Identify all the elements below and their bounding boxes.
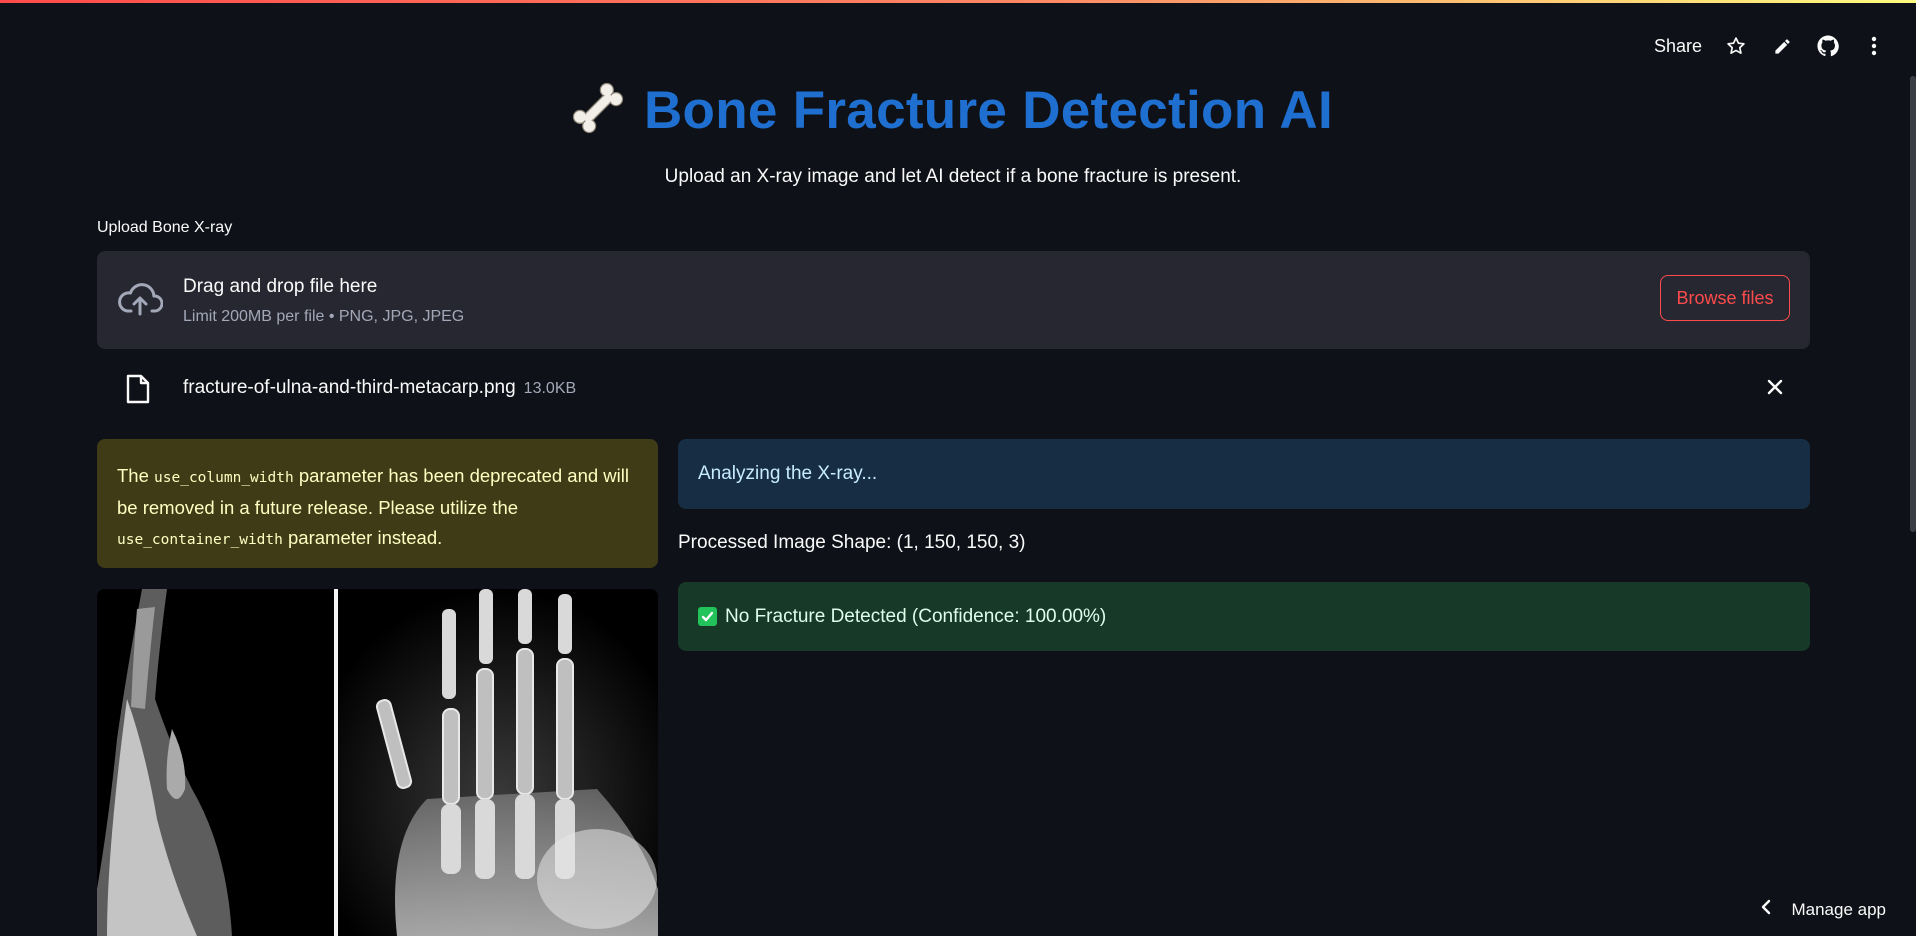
dropzone-limit: Limit 200MB per file • PNG, JPG, JPEG <box>183 308 465 325</box>
xray-image <box>97 589 658 936</box>
manage-app-button[interactable]: Manage app <box>1761 899 1886 920</box>
dropzone-instructions: Drag and drop file here <box>183 276 378 297</box>
pencil-icon[interactable] <box>1770 34 1794 58</box>
cloud-upload-icon <box>117 281 164 322</box>
file-name: fracture-of-ulna-and-third-metacarp.png <box>183 377 516 398</box>
info-text: Analyzing the X-ray... <box>698 463 878 484</box>
file-icon <box>125 374 151 409</box>
remove-file-icon[interactable] <box>1766 378 1784 401</box>
app-toolbar: Share <box>1654 28 1886 64</box>
chevron-left-icon <box>1761 899 1771 920</box>
share-button[interactable]: Share <box>1654 36 1702 57</box>
processed-shape-text: Processed Image Shape: (1, 150, 150, 3) <box>678 532 1026 553</box>
browse-files-button[interactable]: Browse files <box>1660 275 1790 321</box>
page-scrollbar[interactable] <box>1910 76 1916 532</box>
star-icon[interactable] <box>1724 34 1748 58</box>
deprecation-warning: The use_column_width parameter has been … <box>97 439 658 568</box>
bone-icon <box>568 78 628 143</box>
more-vertical-icon[interactable] <box>1862 34 1886 58</box>
uploader-label: Upload Bone X-ray <box>97 219 233 236</box>
page-title: Bone Fracture Detection AI <box>643 81 1334 140</box>
warning-code-column-width: use_column_width <box>154 470 294 486</box>
result-text: No Fracture Detected (Confidence: 100.00… <box>725 605 1107 627</box>
warning-text-pre: The <box>117 465 155 486</box>
result-success-alert: No Fracture Detected (Confidence: 100.00… <box>678 582 1810 651</box>
manage-app-label: Manage app <box>1791 899 1886 919</box>
file-size: 13.0KB <box>523 380 577 397</box>
top-decoration-stripe <box>0 0 1916 3</box>
file-dropzone[interactable]: Drag and drop file here Limit 200MB per … <box>97 251 1810 349</box>
page-header: Bone Fracture Detection AI <box>0 78 1916 143</box>
github-icon[interactable] <box>1816 34 1840 58</box>
page-subtitle: Upload an X-ray image and let AI detect … <box>664 166 1242 187</box>
check-icon <box>698 607 717 626</box>
uploaded-file-item: fracture-of-ulna-and-third-metacarp.png 1… <box>97 370 1810 408</box>
warning-code-container-width: use_container_width <box>117 532 283 548</box>
analyzing-info-alert: Analyzing the X-ray... <box>678 439 1810 509</box>
warning-text-post: parameter instead. <box>282 527 443 548</box>
